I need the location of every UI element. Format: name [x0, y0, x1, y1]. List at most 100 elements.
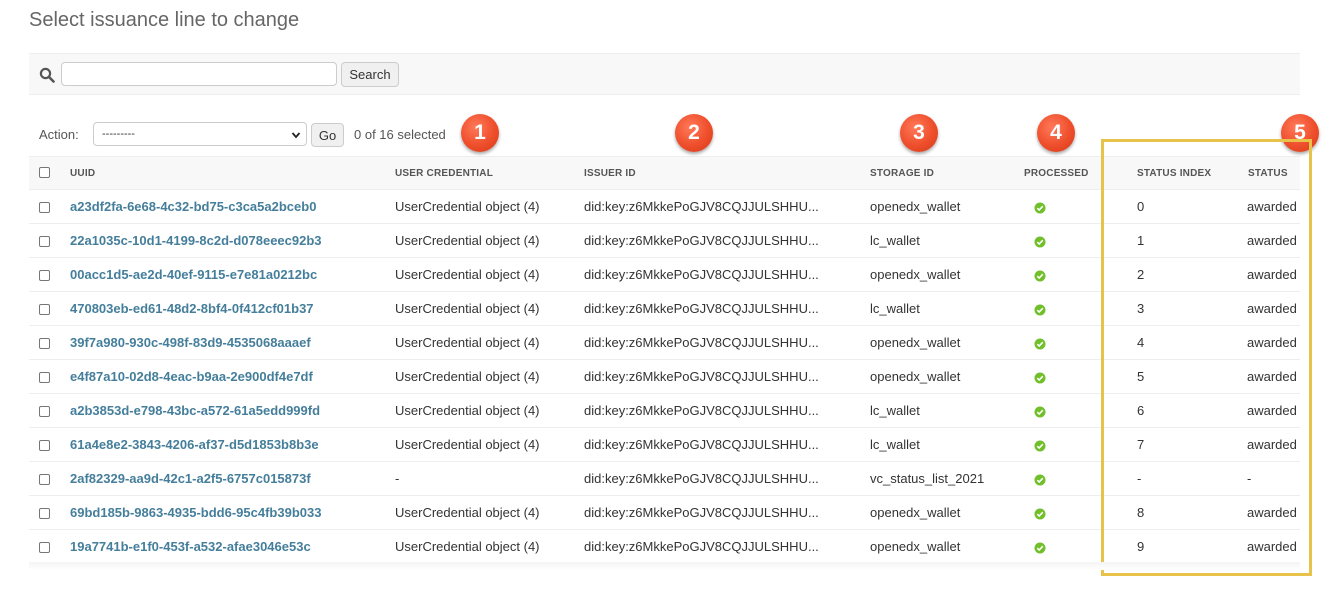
table-row: 2af82329-aa9d-42c1-a2f5-6757c015873f - did… — [29, 461, 1300, 496]
search-input[interactable] — [61, 62, 337, 86]
uuid-link[interactable]: 00acc1d5-ae2d-40ef-9115-e7e81a0212bc — [70, 267, 317, 282]
select-all-checkbox[interactable] — [39, 167, 50, 179]
user-credential-cell: UserCredential object (4) — [395, 359, 584, 394]
row-select-cell — [29, 495, 70, 530]
user-credential-cell: UserCredential object (4) — [395, 393, 584, 428]
status-index-cell: 0 — [1120, 189, 1232, 224]
actions-bar: Action: --------- Go 0 of 16 selected — [29, 122, 469, 147]
action-select-value: --------- — [102, 128, 135, 140]
select-all-cell — [29, 156, 70, 190]
status-cell: awarded — [1232, 529, 1300, 564]
storage-id-cell: lc_wallet — [870, 427, 1024, 462]
storage-id-cell: lc_wallet — [870, 393, 1024, 428]
processed-cell — [1024, 393, 1120, 428]
table-cutoff — [29, 562, 1300, 570]
search-icon — [39, 67, 55, 83]
status-index-cell: 9 — [1120, 529, 1232, 564]
row-select-cell — [29, 359, 70, 394]
status-cell: awarded — [1232, 325, 1300, 360]
row-checkbox[interactable] — [39, 508, 50, 520]
row-checkbox[interactable] — [39, 236, 50, 248]
uuid-link[interactable]: 19a7741b-e1f0-453f-a532-afae3046e53c — [70, 539, 311, 554]
column-header-status[interactable]: STATUS — [1232, 156, 1300, 190]
annotation-badge-4: 4 — [1037, 114, 1075, 152]
issuer-id-cell: did:key:z6MkkePoGJV8CQJJULSHHU... — [584, 393, 870, 428]
row-checkbox[interactable] — [39, 372, 50, 384]
row-checkbox[interactable] — [39, 338, 50, 350]
issuer-id-cell: did:key:z6MkkePoGJV8CQJJULSHHU... — [584, 291, 870, 326]
user-credential-cell: UserCredential object (4) — [395, 325, 584, 360]
row-checkbox[interactable] — [39, 406, 50, 418]
action-label: Action: — [39, 127, 79, 142]
issuer-id-cell: did:key:z6MkkePoGJV8CQJJULSHHU... — [584, 325, 870, 360]
storage-id-cell: openedx_wallet — [870, 325, 1024, 360]
column-header-status-index[interactable]: STATUS INDEX — [1120, 156, 1232, 190]
row-checkbox[interactable] — [39, 440, 50, 452]
check-circle-icon — [1034, 236, 1046, 248]
row-checkbox[interactable] — [39, 202, 50, 214]
status-cell: awarded — [1232, 189, 1300, 224]
row-checkbox[interactable] — [39, 304, 50, 316]
status-index-cell: 4 — [1120, 325, 1232, 360]
row-checkbox[interactable] — [39, 474, 50, 486]
issuer-id-cell: did:key:z6MkkePoGJV8CQJJULSHHU... — [584, 189, 870, 224]
check-circle-icon — [1034, 372, 1046, 384]
status-cell: awarded — [1232, 427, 1300, 462]
uuid-link[interactable]: a23df2fa-6e68-4c32-bd75-c3ca5a2bceb0 — [70, 199, 316, 214]
check-circle-icon — [1034, 542, 1046, 554]
user-credential-cell: UserCredential object (4) — [395, 223, 584, 258]
selected-count: 0 of 16 selected — [354, 127, 446, 142]
processed-cell — [1024, 223, 1120, 258]
status-index-cell: 1 — [1120, 223, 1232, 258]
uuid-link[interactable]: a2b3853d-e798-43bc-a572-61a5edd999fd — [70, 403, 320, 418]
row-select-cell — [29, 529, 70, 564]
status-index-cell: 6 — [1120, 393, 1232, 428]
uuid-cell: 19a7741b-e1f0-453f-a532-afae3046e53c — [70, 529, 395, 564]
go-button[interactable]: Go — [311, 123, 344, 147]
processed-cell — [1024, 189, 1120, 224]
row-checkbox[interactable] — [39, 270, 50, 282]
status-index-cell: 8 — [1120, 495, 1232, 530]
user-credential-cell: - — [395, 461, 584, 496]
table-row: 470803eb-ed61-48d2-8bf4-0f412cf01b37 User… — [29, 291, 1300, 326]
action-select[interactable]: --------- — [93, 122, 307, 146]
uuid-link[interactable]: 2af82329-aa9d-42c1-a2f5-6757c015873f — [70, 471, 311, 486]
status-cell: awarded — [1232, 291, 1300, 326]
row-select-cell — [29, 257, 70, 292]
uuid-link[interactable]: 69bd185b-9863-4935-bdd6-95c4fb39b033 — [70, 505, 321, 520]
row-select-cell — [29, 325, 70, 360]
column-header-issuer-id[interactable]: ISSUER ID — [584, 156, 870, 190]
uuid-cell: 39f7a980-930c-498f-83d9-4535068aaaef — [70, 325, 395, 360]
status-cell: awarded — [1232, 393, 1300, 428]
check-circle-icon — [1034, 270, 1046, 282]
column-header-processed[interactable]: PROCESSED — [1024, 156, 1120, 190]
uuid-link[interactable]: 22a1035c-10d1-4199-8c2d-d078eeec92b3 — [70, 233, 322, 248]
processed-cell — [1024, 291, 1120, 326]
uuid-cell: 22a1035c-10d1-4199-8c2d-d078eeec92b3 — [70, 223, 395, 258]
search-toolbar: Search — [29, 53, 1300, 95]
annotation-badge-1: 1 — [461, 114, 499, 152]
table-row: 69bd185b-9863-4935-bdd6-95c4fb39b033 User… — [29, 495, 1300, 530]
column-header-uuid[interactable]: UUID — [70, 156, 395, 190]
search-button[interactable]: Search — [341, 62, 399, 87]
user-credential-cell: UserCredential object (4) — [395, 427, 584, 462]
uuid-link[interactable]: 61a4e8e2-3843-4206-af37-d5d1853b8b3e — [70, 437, 319, 452]
row-select-cell — [29, 427, 70, 462]
column-header-user-credential[interactable]: USER CREDENTIAL — [395, 156, 584, 190]
status-cell: awarded — [1232, 495, 1300, 530]
uuid-link[interactable]: e4f87a10-02d8-4eac-b9aa-2e900df4e7df — [70, 369, 313, 384]
uuid-cell: a2b3853d-e798-43bc-a572-61a5edd999fd — [70, 393, 395, 428]
status-cell: awarded — [1232, 257, 1300, 292]
row-checkbox[interactable] — [39, 542, 50, 554]
column-header-storage-id[interactable]: STORAGE ID — [870, 156, 1024, 190]
status-index-cell: 5 — [1120, 359, 1232, 394]
status-index-cell: 7 — [1120, 427, 1232, 462]
table-header-row: UUID USER CREDENTIAL ISSUER ID STORAGE I… — [29, 156, 1300, 190]
processed-cell — [1024, 461, 1120, 496]
row-select-cell — [29, 223, 70, 258]
uuid-link[interactable]: 470803eb-ed61-48d2-8bf4-0f412cf01b37 — [70, 301, 314, 316]
results-table: UUID USER CREDENTIAL ISSUER ID STORAGE I… — [29, 156, 1300, 564]
uuid-link[interactable]: 39f7a980-930c-498f-83d9-4535068aaaef — [70, 335, 311, 350]
storage-id-cell: openedx_wallet — [870, 257, 1024, 292]
uuid-cell: 69bd185b-9863-4935-bdd6-95c4fb39b033 — [70, 495, 395, 530]
